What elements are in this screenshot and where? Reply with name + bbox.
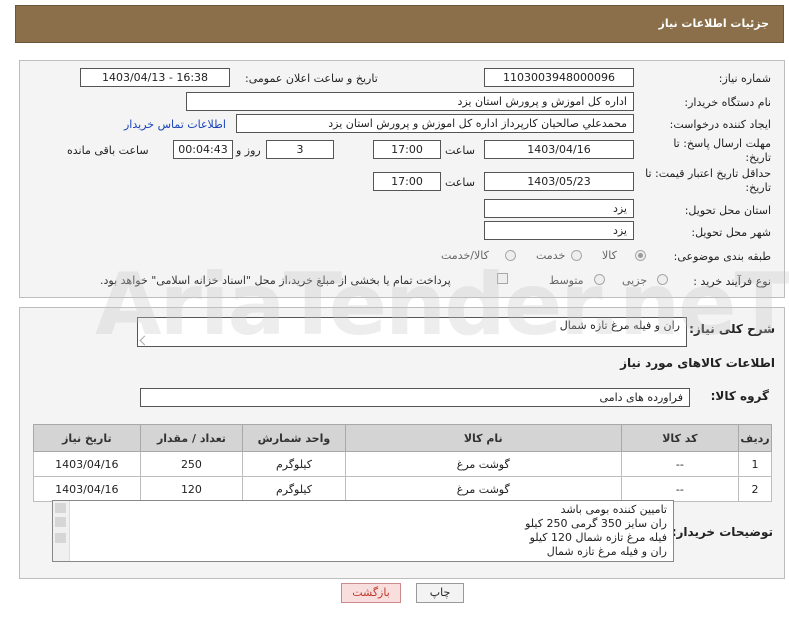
need-number-field: 1103003948000096 [484, 68, 634, 87]
col-row: ردیف [738, 424, 772, 452]
col-date: تاریخ نیاز [33, 424, 141, 452]
goods-section-title: اطلاعات کالاهای مورد نیاز [620, 356, 775, 370]
deadline-time-label: ساعت [445, 144, 475, 157]
cell-name: گوشت مرغ [344, 451, 622, 477]
cell-code: -- [620, 476, 740, 502]
notes-scrollbar[interactable] [53, 501, 70, 561]
buyer-note-line: ران و فیله مرغ تازه شمال [546, 545, 667, 558]
scroll-thumb[interactable] [55, 517, 66, 527]
page-title: جزئیات اطلاعات نیاز [658, 17, 770, 30]
cell-qty: 250 [139, 451, 244, 477]
category-option-service: خدمت [536, 249, 566, 262]
process-radio-minor[interactable] [657, 274, 668, 285]
buyer-contact-link[interactable]: اطلاعات تماس خریدار [124, 118, 226, 131]
cell-unit: کیلوگرم [242, 476, 346, 502]
category-radio-goods-service[interactable] [505, 250, 516, 261]
validity-time-label: ساعت [445, 176, 475, 189]
cell-date: 1403/04/16 [33, 451, 141, 477]
deadline-time-field: 17:00 [373, 140, 441, 159]
cell-unit: کیلوگرم [242, 451, 346, 477]
validity-time-field: 17:00 [373, 172, 441, 191]
buyer-note-line: ران سایز 350 گرمی 250 کیلو [525, 517, 667, 530]
scroll-up-icon[interactable] [55, 503, 66, 513]
buyer-note-line: تامیین کننده بومی باشد [560, 503, 667, 516]
remaining-time-label: ساعت باقی مانده [67, 144, 149, 157]
back-button[interactable]: بازگشت [341, 583, 401, 603]
deadline-label: مهلت ارسال پاسخ: تا تاریخ: [673, 137, 771, 164]
creator-field: محمدعلي صالحيان کارپرداز اداره کل اموزش … [236, 114, 634, 133]
need-number-label: شماره نیاز: [718, 72, 771, 85]
col-unit: واحد شمارش [242, 424, 346, 452]
category-radio-goods[interactable] [635, 250, 646, 261]
process-label: نوع فرآیند خرید : [693, 275, 771, 288]
cell-date: 1403/04/16 [33, 476, 141, 502]
announce-label: تاریخ و ساعت اعلان عمومی: [245, 72, 378, 85]
announce-field: 1403/04/13 - 16:38 [80, 68, 230, 87]
cell-name: گوشت مرغ [344, 476, 622, 502]
city-label: شهر محل تحویل: [691, 226, 771, 239]
process-radio-medium[interactable] [594, 274, 605, 285]
province-label: استان محل تحویل: [684, 204, 771, 217]
col-name: نام کالا [344, 424, 622, 452]
cell-row: 1 [738, 451, 772, 477]
cell-code: -- [620, 451, 740, 477]
days-label: روز و [236, 144, 261, 157]
validity-label: حداقل تاریخ اعتبار قیمت: تا تاریخ: [645, 167, 771, 194]
scroll-down-icon[interactable] [55, 533, 66, 543]
description-field[interactable]: ران و فیله مرغ تازه شمال [137, 317, 687, 347]
description-label: شرح کلی نیاز: [689, 322, 775, 336]
col-qty: تعداد / مقدار [139, 424, 244, 452]
process-option-minor: جزیی [622, 274, 648, 287]
cell-qty: 120 [139, 476, 244, 502]
print-button[interactable]: چاپ [416, 583, 464, 603]
category-label: طبقه بندی موضوعی: [673, 250, 771, 263]
city-field: یزد [484, 221, 634, 240]
table-header-row: ردیف کد کالا نام کالا واحد شمارش تعداد /… [33, 424, 772, 452]
province-field: یزد [484, 199, 634, 218]
cell-row: 2 [738, 476, 772, 502]
validity-date-field: 1403/05/23 [484, 172, 634, 191]
days-field: 3 [266, 140, 334, 159]
process-option-medium: متوسط [549, 274, 584, 287]
table-row: 2 -- گوشت مرغ کیلوگرم 120 1403/04/16 [33, 476, 772, 502]
deadline-date-field: 1403/04/16 [484, 140, 634, 159]
creator-label: ایجاد کننده درخواست: [669, 118, 771, 131]
remaining-time-field: 00:04:43 [173, 140, 233, 159]
category-option-goods: کالا [602, 249, 617, 262]
buyer-note-line: فیله مرغ تازه شمال 120 کیلو [529, 531, 667, 544]
page-title-bar: جزئیات اطلاعات نیاز [15, 5, 784, 43]
goods-group-field: فراورده های دامی [140, 388, 690, 407]
treasury-checkbox[interactable] [497, 273, 508, 284]
category-option-goods-service: کالا/خدمت [441, 249, 489, 262]
buyer-notes-label: توضیحات خریدار: [671, 525, 773, 539]
table-row: 1 -- گوشت مرغ کیلوگرم 250 1403/04/16 [33, 451, 772, 477]
buyer-field: اداره کل اموزش و پرورش استان یزد [186, 92, 634, 111]
goods-group-label: گروه کالا: [710, 389, 769, 403]
goods-table: ردیف کد کالا نام کالا واحد شمارش تعداد /… [33, 424, 772, 502]
buyer-notes-field[interactable]: تامیین کننده بومی باشد ران سایز 350 گرمی… [52, 500, 674, 562]
category-radio-service[interactable] [571, 250, 582, 261]
treasury-note: پرداخت تمام یا بخشی از مبلغ خرید،از محل … [100, 274, 451, 287]
col-code: کد کالا [620, 424, 740, 452]
buyer-label: نام دستگاه خریدار: [684, 96, 771, 109]
